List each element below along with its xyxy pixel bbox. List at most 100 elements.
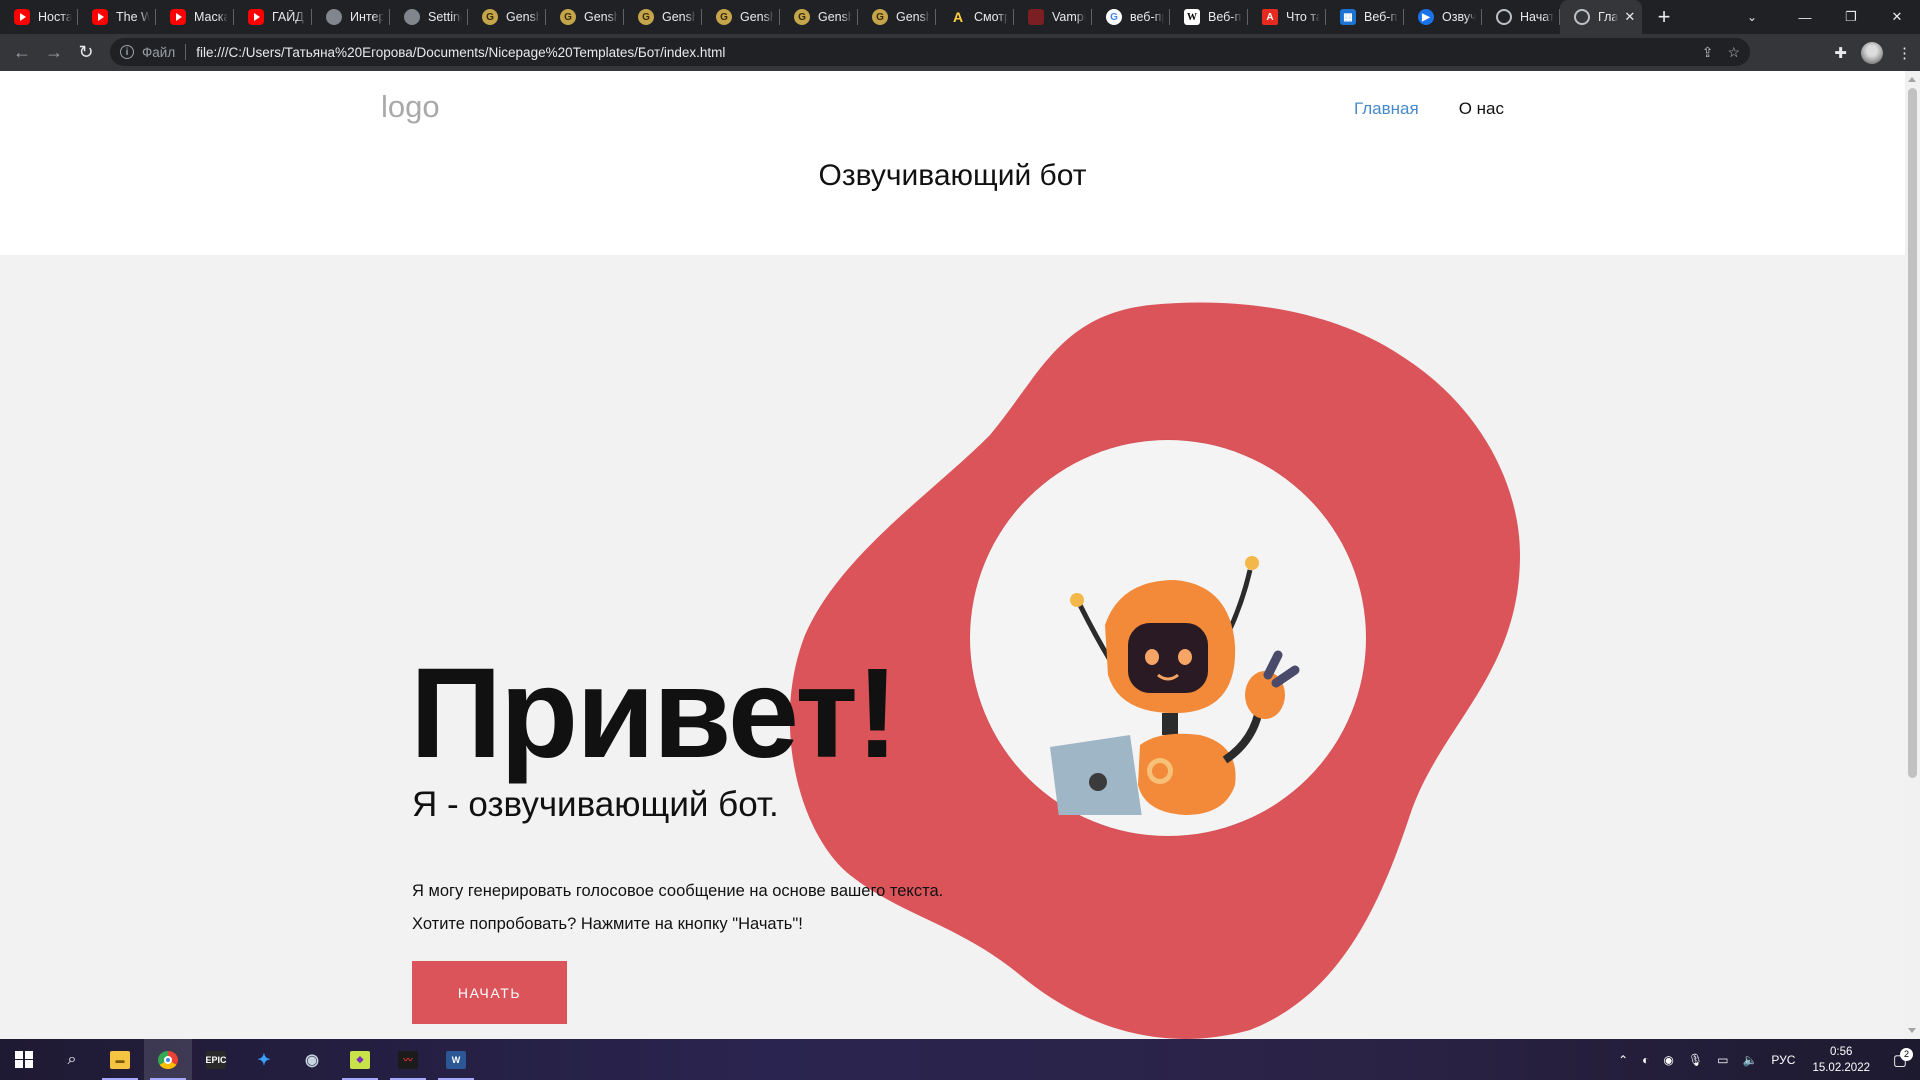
- youtube-icon: [92, 9, 108, 25]
- browser-tab[interactable]: Vampir: [1014, 0, 1092, 34]
- youtube-icon: [170, 9, 186, 25]
- scheme-label: Файл: [142, 44, 176, 60]
- windows-taskbar: ⌕ ▬ EPIC ✦ ◉ ◆ 〰 W ⌃ ◐ ◉ 🎙 ▭ 🔈 РУС 0:56 …: [0, 1039, 1920, 1080]
- browser-tab[interactable]: ▶ Озвуч: [1404, 0, 1482, 34]
- share-icon[interactable]: ⇪: [1702, 44, 1714, 61]
- hero-section: Привет! Я - озвучивающий бот. Я могу ген…: [0, 255, 1905, 1039]
- youtube-icon: [248, 9, 264, 25]
- url-text[interactable]: file:///C:/Users/Татьяна%20Егорова/Docum…: [196, 45, 725, 60]
- browser-tab[interactable]: A Что та: [1248, 0, 1326, 34]
- start-button[interactable]: НАЧАТЬ: [412, 961, 567, 1024]
- volume-icon[interactable]: 🔈: [1735, 1053, 1764, 1067]
- forward-button[interactable]: →: [38, 37, 70, 69]
- genshin-icon: G: [794, 9, 810, 25]
- play-icon: ▶: [1418, 9, 1434, 25]
- battlenet-icon[interactable]: ✦: [240, 1039, 288, 1080]
- chrome-icon[interactable]: [144, 1039, 192, 1080]
- search-icon[interactable]: ⌕: [48, 1039, 96, 1080]
- nav-link-about[interactable]: О нас: [1459, 99, 1504, 119]
- red-blob-shape: [789, 302, 1520, 1039]
- hero-description: Я могу генерировать голосовое сообщение …: [412, 875, 943, 941]
- minimize-button[interactable]: —: [1782, 0, 1828, 34]
- page-scrollbar[interactable]: [1905, 71, 1920, 1039]
- clock[interactable]: 0:56 15.02.2022: [1802, 1044, 1880, 1076]
- a-icon: A: [952, 9, 964, 25]
- browser-tab[interactable]: The Wi: [78, 0, 156, 34]
- browser-tab[interactable]: GGenshi: [468, 0, 546, 34]
- close-window-button[interactable]: ✕: [1874, 0, 1920, 34]
- hero-text-line: Я могу генерировать голосовое сообщение …: [412, 882, 944, 900]
- microphone-icon[interactable]: 🎙: [1681, 1053, 1710, 1067]
- main-nav: Главная О нас: [1354, 99, 1504, 119]
- network-icon[interactable]: ▭: [1710, 1053, 1735, 1067]
- browser-toolbar: ← → ↻ i Файл file:///C:/Users/Татьяна%20…: [0, 34, 1920, 71]
- notification-count: 2: [1900, 1047, 1913, 1061]
- scroll-down-arrow-icon[interactable]: [1908, 1028, 1916, 1033]
- browser-tab[interactable]: GGenshi: [702, 0, 780, 34]
- extensions-puzzle-icon[interactable]: ✚: [1834, 44, 1847, 62]
- site-header: logo Главная О нас Озвучивающий бот: [0, 71, 1905, 255]
- new-tab-button[interactable]: +: [1646, 0, 1682, 34]
- file-explorer-icon[interactable]: ▬: [96, 1039, 144, 1080]
- notifications-icon[interactable]: ▢ 2: [1880, 1047, 1920, 1069]
- steam-icon[interactable]: ◉: [288, 1039, 336, 1080]
- genshin-icon: G: [638, 9, 654, 25]
- browser-tab[interactable]: Начать: [1482, 0, 1560, 34]
- nav-link-home[interactable]: Главная: [1354, 99, 1419, 119]
- epic-games-icon[interactable]: EPIC: [192, 1039, 240, 1080]
- page-viewport: logo Главная О нас Озвучивающий бот Прив…: [0, 71, 1920, 1039]
- browser-tab[interactable]: GGenshi: [858, 0, 936, 34]
- browser-tab-active[interactable]: Гла ✕: [1560, 0, 1642, 34]
- back-button[interactable]: ←: [6, 37, 38, 69]
- site-logo[interactable]: logo: [381, 89, 440, 125]
- word-icon[interactable]: W: [432, 1039, 480, 1080]
- browser-tab[interactable]: GGenshi: [780, 0, 858, 34]
- discord-icon[interactable]: ◐: [1635, 1053, 1656, 1067]
- browser-tab[interactable]: Gвеб-пр: [1092, 0, 1170, 34]
- browser-tab[interactable]: Setting: [390, 0, 468, 34]
- adobe-icon: A: [1262, 9, 1278, 25]
- menu-kebab-icon[interactable]: ⋮: [1897, 44, 1912, 62]
- browser-tab[interactable]: Ностал: [0, 0, 78, 34]
- clock-date: 15.02.2022: [1812, 1061, 1870, 1074]
- start-icon[interactable]: [0, 1039, 48, 1080]
- chevron-down-icon[interactable]: ⌄: [1734, 0, 1770, 34]
- profile-avatar[interactable]: [1861, 41, 1883, 64]
- browser-tab[interactable]: A Смотр: [936, 0, 1014, 34]
- game-launcher-icon[interactable]: ◆: [336, 1039, 384, 1080]
- globe-icon: [1574, 9, 1590, 25]
- browser-tab[interactable]: GGenshi: [624, 0, 702, 34]
- browser-tab[interactable]: ГАЙД |: [234, 0, 312, 34]
- steam-tray-icon[interactable]: ◉: [1656, 1053, 1680, 1067]
- tab-strip: Ностал The Wi Маска ГАЙД | Интер Setting…: [0, 0, 1920, 34]
- language-indicator[interactable]: РУС: [1764, 1053, 1802, 1067]
- reload-button[interactable]: ↻: [70, 37, 102, 69]
- browser-tab[interactable]: Интер: [312, 0, 390, 34]
- paw-icon: [404, 9, 420, 25]
- grid-icon: ▦: [1340, 9, 1356, 25]
- address-bar[interactable]: i Файл file:///C:/Users/Татьяна%20Егоров…: [110, 38, 1750, 66]
- browser-tab[interactable]: GGenshi: [546, 0, 624, 34]
- scroll-up-arrow-icon[interactable]: [1908, 77, 1916, 82]
- browser-tab[interactable]: Маска: [156, 0, 234, 34]
- msi-afterburner-icon[interactable]: 〰: [384, 1039, 432, 1080]
- info-icon[interactable]: i: [120, 45, 134, 59]
- genshin-icon: G: [482, 9, 498, 25]
- window-controls: — ❐ ✕: [1782, 0, 1920, 34]
- browser-tab[interactable]: ▦Веб-пр: [1326, 0, 1404, 34]
- robot-illustration: [1050, 556, 1300, 815]
- browser-tab[interactable]: WВеб-пр: [1170, 0, 1248, 34]
- hero-text-line: Хотите попробовать? Нажмите на кнопку "Н…: [412, 915, 803, 933]
- clock-time: 0:56: [1830, 1045, 1853, 1058]
- system-tray: ⌃ ◐ ◉ 🎙 ▭ 🔈 РУС 0:56 15.02.2022 ▢ 2: [1611, 1039, 1920, 1080]
- hero-title: Привет!: [410, 642, 899, 785]
- close-tab-icon[interactable]: ✕: [1624, 9, 1635, 25]
- bookmark-star-icon[interactable]: ☆: [1727, 44, 1740, 61]
- globe-icon: [1496, 9, 1512, 25]
- vampire-icon: [1028, 9, 1044, 25]
- restore-button[interactable]: ❐: [1828, 0, 1874, 34]
- scrollbar-thumb[interactable]: [1908, 88, 1917, 778]
- show-hidden-icons-chevron-icon[interactable]: ⌃: [1611, 1053, 1635, 1067]
- page-title: Озвучивающий бот: [818, 159, 1087, 192]
- youtube-icon: [14, 9, 30, 25]
